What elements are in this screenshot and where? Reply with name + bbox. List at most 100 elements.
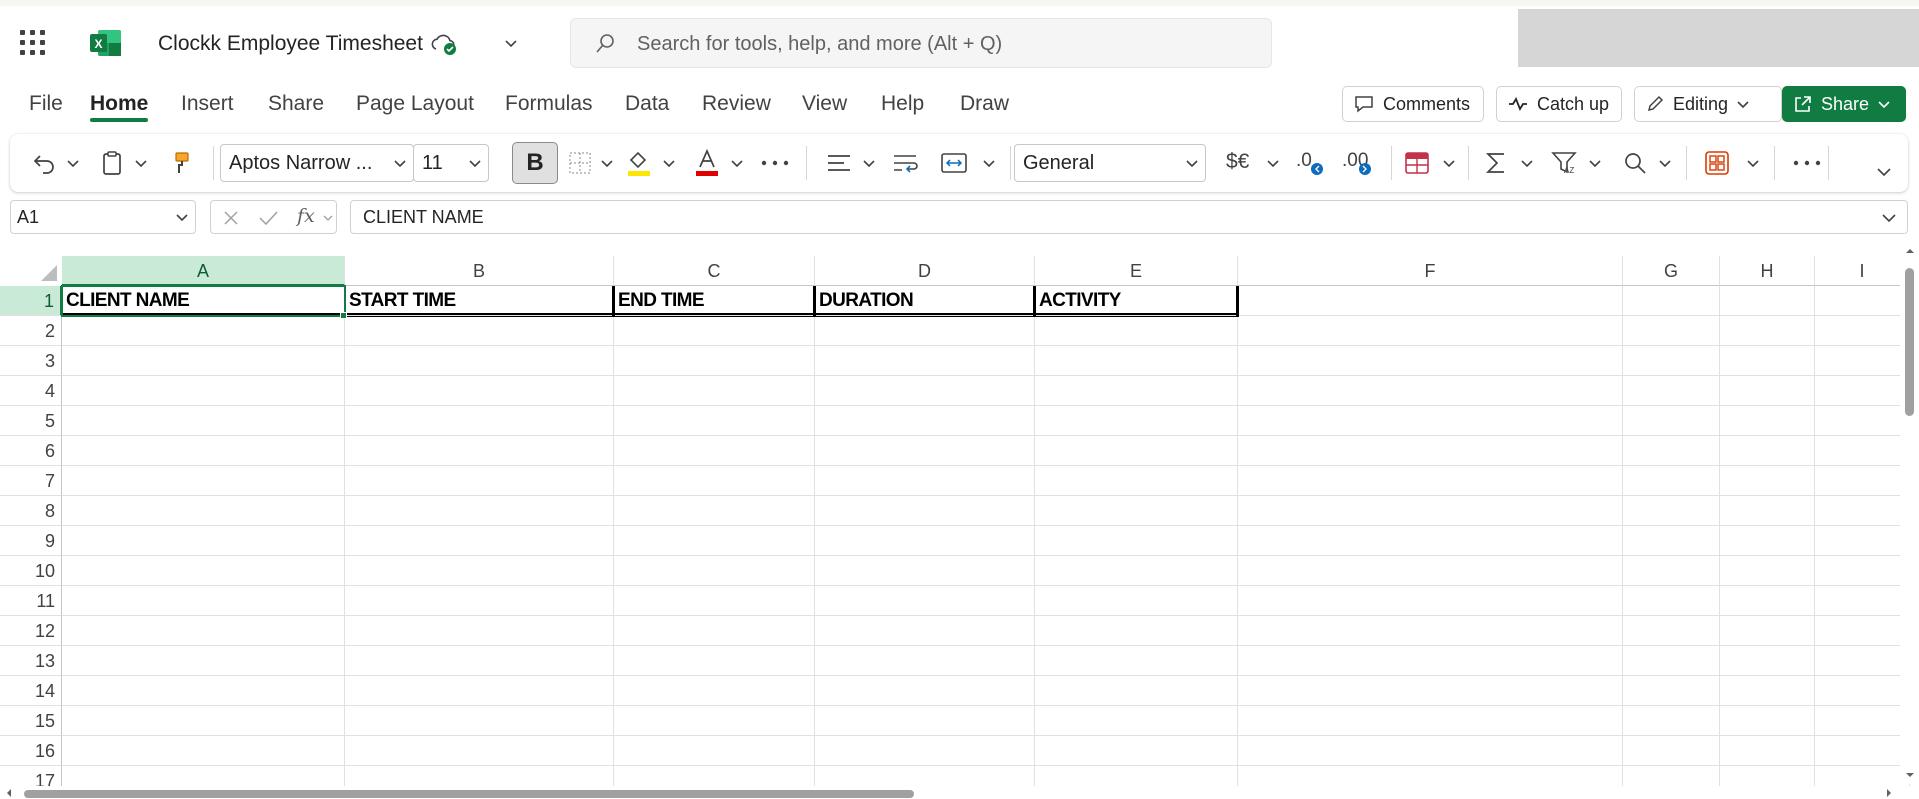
more-options-icon[interactable] bbox=[760, 158, 790, 168]
tab-share[interactable]: Share bbox=[268, 92, 324, 116]
row-header-15[interactable]: 15 bbox=[0, 706, 62, 736]
bold-button[interactable]: B bbox=[512, 142, 558, 184]
formula-input[interactable]: CLIENT NAME bbox=[350, 200, 1908, 234]
chevron-down-icon[interactable] bbox=[982, 156, 996, 170]
chevron-down-icon[interactable] bbox=[1588, 156, 1602, 170]
chevron-down-icon[interactable] bbox=[600, 156, 614, 170]
row-header-17[interactable]: 17 bbox=[0, 766, 62, 786]
font-color-icon[interactable] bbox=[694, 148, 720, 178]
share-button[interactable]: Share bbox=[1782, 86, 1906, 122]
account-area[interactable] bbox=[1518, 9, 1919, 67]
horizontal-scroll-thumb[interactable] bbox=[24, 790, 914, 798]
chevron-down-icon[interactable] bbox=[323, 213, 333, 223]
row-header-3[interactable]: 3 bbox=[0, 346, 62, 376]
insert-function-button[interactable]: fx bbox=[297, 205, 315, 227]
chevron-down-icon[interactable] bbox=[1658, 156, 1672, 170]
chevron-down-icon[interactable] bbox=[1520, 156, 1534, 170]
cancel-icon[interactable] bbox=[221, 208, 241, 228]
column-header-b[interactable]: B bbox=[345, 256, 614, 286]
comments-button[interactable]: Comments bbox=[1342, 86, 1484, 122]
tab-insert[interactable]: Insert bbox=[181, 92, 234, 116]
chevron-down-icon[interactable] bbox=[1746, 156, 1760, 170]
tab-home[interactable]: Home bbox=[90, 92, 148, 116]
scroll-right-icon[interactable] bbox=[1884, 788, 1894, 798]
chevron-down-icon[interactable] bbox=[134, 156, 148, 170]
scroll-left-icon[interactable] bbox=[4, 788, 14, 798]
column-header-i[interactable]: I bbox=[1815, 256, 1910, 286]
tab-file[interactable]: File bbox=[29, 92, 63, 116]
cell-e1[interactable]: ACTIVITY bbox=[1035, 286, 1237, 316]
tab-formulas[interactable]: Formulas bbox=[505, 92, 593, 116]
align-icon[interactable] bbox=[826, 151, 852, 175]
chevron-down-icon[interactable] bbox=[502, 34, 520, 52]
row-header-8[interactable]: 8 bbox=[0, 496, 62, 526]
find-icon[interactable] bbox=[1622, 150, 1648, 176]
chevron-down-icon[interactable] bbox=[1881, 210, 1897, 226]
paste-icon[interactable] bbox=[100, 150, 124, 176]
font-size-select[interactable]: 11 bbox=[413, 144, 489, 182]
chevron-down-icon[interactable] bbox=[862, 156, 876, 170]
select-all-corner[interactable] bbox=[0, 256, 62, 286]
row-header-5[interactable]: 5 bbox=[0, 406, 62, 436]
tab-view[interactable]: View bbox=[802, 92, 847, 116]
tab-review[interactable]: Review bbox=[702, 92, 771, 116]
enter-check-icon[interactable] bbox=[257, 208, 279, 228]
merge-cells-icon[interactable] bbox=[940, 151, 968, 175]
format-painter-icon[interactable] bbox=[172, 150, 194, 176]
fill-color-icon[interactable] bbox=[626, 148, 652, 178]
chevron-down-icon[interactable] bbox=[1266, 156, 1280, 170]
row-header-12[interactable]: 12 bbox=[0, 616, 62, 646]
row-header-14[interactable]: 14 bbox=[0, 676, 62, 706]
add-ins-icon[interactable] bbox=[1704, 150, 1730, 176]
worksheet-grid[interactable]: ABCDEFGHI 1 2 3 4 5 6 7 8 9 10 11 12 13 14 15 16 17 CLIE… bbox=[0, 256, 1919, 786]
document-title[interactable]: Clockk Employee Timesheet bbox=[158, 32, 423, 56]
column-header-f[interactable]: F bbox=[1238, 256, 1623, 286]
chevron-down-icon[interactable] bbox=[66, 156, 80, 170]
column-header-g[interactable]: G bbox=[1623, 256, 1720, 286]
table-format-icon[interactable] bbox=[1404, 151, 1430, 175]
chevron-down-icon[interactable] bbox=[730, 156, 744, 170]
editing-mode-button[interactable]: Editing bbox=[1634, 86, 1782, 122]
column-header-a[interactable]: A bbox=[62, 256, 345, 286]
cell-c1[interactable]: END TIME bbox=[614, 286, 813, 316]
tab-draw[interactable]: Draw bbox=[960, 92, 1009, 116]
chevron-down-icon[interactable] bbox=[1442, 156, 1456, 170]
cell-d1[interactable]: DURATION bbox=[815, 286, 1034, 316]
sort-filter-icon[interactable]: AZ bbox=[1550, 149, 1578, 177]
row-header-13[interactable]: 13 bbox=[0, 646, 62, 676]
search-box[interactable]: Search for tools, help, and more (Alt + … bbox=[570, 18, 1272, 68]
row-header-16[interactable]: 16 bbox=[0, 736, 62, 766]
chevron-down-icon[interactable] bbox=[662, 156, 676, 170]
cloud-saved-icon[interactable] bbox=[430, 32, 458, 56]
cell-b1[interactable]: START TIME bbox=[345, 286, 613, 316]
row-header-1[interactable]: 1 bbox=[0, 286, 62, 316]
catch-up-button[interactable]: Catch up bbox=[1496, 86, 1622, 122]
row-header-11[interactable]: 11 bbox=[0, 586, 62, 616]
waffle-icon[interactable] bbox=[20, 30, 46, 56]
vertical-scroll-thumb[interactable] bbox=[1905, 268, 1914, 416]
autosum-icon[interactable] bbox=[1484, 150, 1508, 176]
wrap-text-icon[interactable] bbox=[892, 151, 920, 175]
borders-icon[interactable] bbox=[568, 151, 592, 175]
tab-help[interactable]: Help bbox=[881, 92, 924, 116]
row-header-2[interactable]: 2 bbox=[0, 316, 62, 346]
undo-icon[interactable] bbox=[32, 150, 58, 176]
tab-data[interactable]: Data bbox=[625, 92, 669, 116]
fill-handle[interactable] bbox=[340, 312, 347, 319]
tab-page-layout[interactable]: Page Layout bbox=[356, 92, 474, 116]
name-box[interactable]: A1 bbox=[10, 200, 196, 234]
row-header-10[interactable]: 10 bbox=[0, 556, 62, 586]
scroll-up-icon[interactable] bbox=[1905, 246, 1915, 256]
currency-format-button[interactable]: $€ bbox=[1226, 150, 1249, 174]
more-options-icon[interactable] bbox=[1792, 158, 1822, 168]
row-header-7[interactable]: 7 bbox=[0, 466, 62, 496]
scroll-down-icon[interactable] bbox=[1905, 770, 1915, 780]
row-header-9[interactable]: 9 bbox=[0, 526, 62, 556]
expand-ribbon-icon[interactable] bbox=[1876, 164, 1892, 180]
row-header-6[interactable]: 6 bbox=[0, 436, 62, 466]
number-format-select[interactable]: General bbox=[1014, 144, 1206, 182]
row-header-4[interactable]: 4 bbox=[0, 376, 62, 406]
column-header-c[interactable]: C bbox=[614, 256, 815, 286]
column-header-h[interactable]: H bbox=[1720, 256, 1815, 286]
column-header-d[interactable]: D bbox=[815, 256, 1035, 286]
